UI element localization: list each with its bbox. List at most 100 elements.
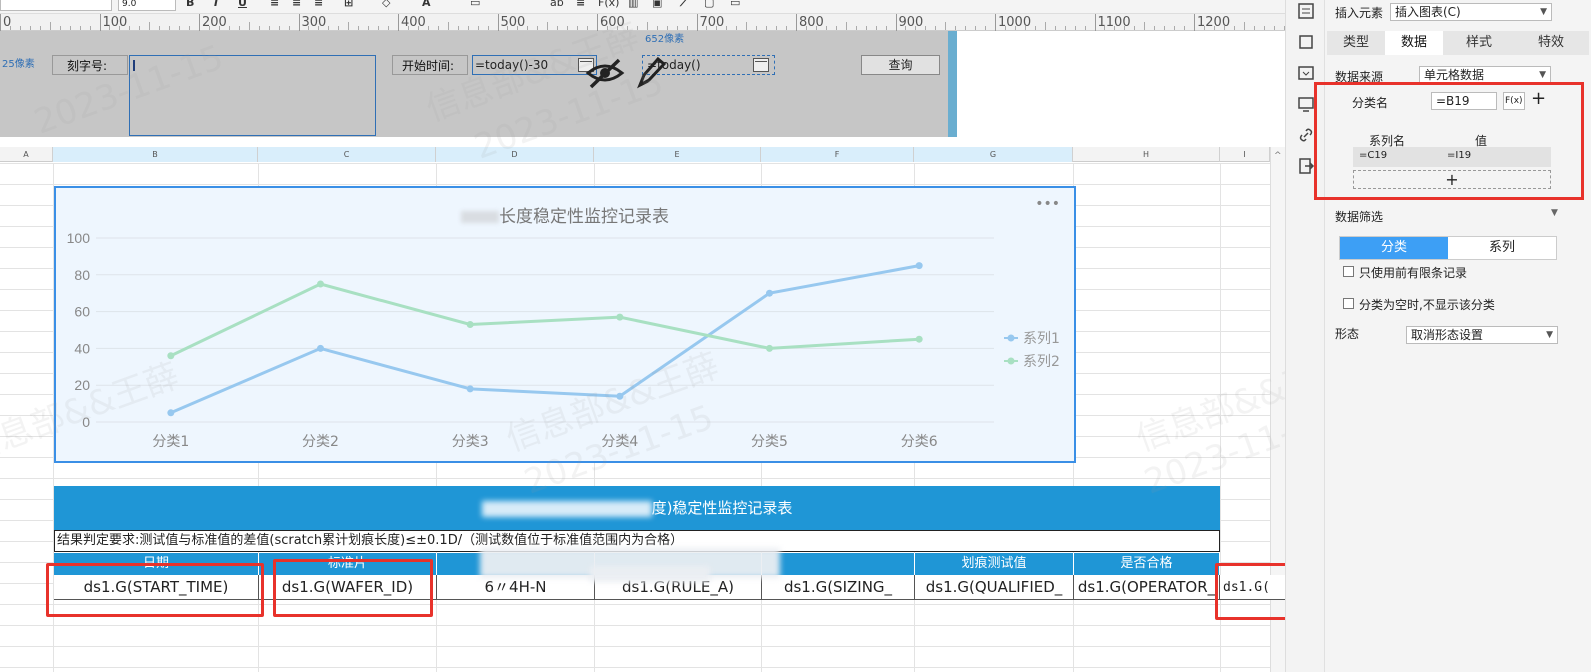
ruler-minor-tick [487,26,489,30]
ruler-minor-tick [1024,26,1026,30]
ruler-tick: 700 [696,14,724,31]
hide-widget-icon[interactable] [585,57,625,89]
font-size-select[interactable]: 9.0 [118,0,176,11]
data-point [466,320,474,328]
ruler-minor-tick [1184,26,1186,30]
cell-attributes-icon[interactable] [1297,2,1315,20]
insert-chart-select[interactable]: 插入图表(C) ▼ [1390,3,1552,21]
ruler-minor-tick [268,26,270,30]
filter-tab-category[interactable]: 分类 [1340,237,1448,259]
monitor-icon[interactable] [1297,95,1315,113]
ruler-minor-tick [706,26,708,30]
ruler-minor-tick [865,26,867,30]
wrap-icon[interactable]: ≡ [576,0,585,9]
hide-empty-category-checkbox[interactable] [1343,298,1354,309]
highlight-box-wafer-id [273,559,433,617]
ruler-tick: 100 [99,14,127,31]
border-icon[interactable]: ⊞ [344,0,353,9]
format-toolbar: 9.0 B I U ≡ ≡ ≡ ⊞ ◇ A ▭ ab ≡ F(x) ▥ ▣ ⟋ … [0,0,1300,14]
ruler-minor-tick [1233,26,1235,30]
data-point [167,352,175,360]
link-icon[interactable] [1297,126,1315,144]
font-color-button[interactable]: A [422,0,431,9]
ruler-minor-tick [746,22,748,30]
ruler-minor-tick [29,26,31,30]
data-point [167,409,175,417]
report-data-cell[interactable]: ds1.G(OPERATOR_ [1074,575,1220,600]
ruler-minor-tick [636,26,638,30]
line-chart[interactable]: 长度稳定性监控记录表 ••• 0 20 40 60 80 100 分类1 分类2 分类3 分类4 分… [54,186,1076,463]
ruler-minor-tick [825,26,827,30]
report-data-cell[interactable]: 6〃4H-N [437,575,595,600]
tab-effect[interactable]: 特效 [1515,31,1587,55]
slash-icon[interactable]: ⟋ [680,0,688,10]
data-point [616,392,624,400]
insert-frame-icon[interactable]: ▭ [730,0,740,9]
formula-button[interactable]: F(x) [598,0,619,9]
parameter-pane-resize-strip[interactable] [948,31,957,137]
text-icon[interactable]: ab [550,0,564,9]
ruler-minor-tick [139,26,141,30]
bold-button[interactable]: B [186,0,194,9]
chart-icon[interactable]: ▥ [628,0,638,9]
form-select[interactable]: 取消形态设置 ▼ [1406,326,1558,344]
scroll-up-icon[interactable]: ^ [1274,151,1282,161]
column-header-b[interactable]: B [53,147,258,162]
report-data-cell[interactable]: ds1.G(QUALIFIED_ [915,575,1074,600]
ruler-minor-tick [1104,26,1106,30]
report-data-cell[interactable]: ds1.G(SIZING_ [762,575,915,600]
tab-type[interactable]: 类型 [1327,31,1385,55]
tab-data[interactable]: 数据 [1385,31,1443,55]
query-button[interactable]: 查询 [861,55,940,75]
column-header-d[interactable]: D [436,147,594,162]
chevron-down-icon: ▼ [1551,208,1558,218]
ruler-minor-tick [338,26,340,30]
column-header-i[interactable]: I [1220,147,1270,162]
align-center-icon[interactable]: ≡ [292,0,301,9]
column-header-a[interactable]: A [0,147,53,162]
engrave-input[interactable] [129,55,376,136]
export-icon[interactable] [1297,157,1315,175]
ruler-minor-tick [686,26,688,30]
limit-records-checkbox[interactable] [1343,266,1354,277]
merge-icon[interactable]: ▭ [470,0,480,9]
ruler-minor-tick [547,22,549,30]
font-family-select[interactable] [0,0,112,11]
report-header-cell[interactable] [762,553,915,575]
y-tick-label: 100 [67,230,91,246]
ruler-minor-tick [59,26,61,30]
column-header-f[interactable]: F [761,147,914,162]
italic-button[interactable]: I [214,0,218,9]
column-header-g[interactable]: G [914,147,1073,162]
legend-marker [1007,357,1015,365]
align-right-icon[interactable]: ≡ [314,0,323,9]
ruler-minor-tick [218,26,220,30]
edit-widget-icon[interactable] [636,55,666,89]
ruler-minor-tick [288,26,290,30]
report-title-cell[interactable]: 度)稳定性监控记录表 [54,486,1220,530]
ruler-minor-tick [1174,26,1176,30]
ruler-minor-tick [1064,26,1066,30]
calendar-icon[interactable] [753,58,769,72]
image-icon[interactable]: ▣ [652,0,662,9]
report-header-cell[interactable]: 划痕测试值 [915,553,1074,575]
column-header-h[interactable]: H [1073,147,1220,162]
ruler-minor-tick [159,26,161,30]
data-point [915,262,923,270]
tab-style[interactable]: 样式 [1443,31,1515,55]
column-header-e[interactable]: E [594,147,761,162]
widget-frame-icon[interactable] [1297,33,1315,51]
column-header-c[interactable]: C [258,147,436,162]
underline-button[interactable]: U [238,0,247,9]
align-left-icon[interactable]: ≡ [270,0,279,9]
component-icon[interactable] [1297,64,1315,82]
ruler-minor-tick [407,26,409,30]
fill-color-icon[interactable]: ◇ [382,0,390,9]
ruler-minor-tick [955,26,957,30]
ruler-minor-tick [527,26,529,30]
sub-report-icon[interactable]: ▢ [704,0,714,9]
hide-empty-category-label: 分类为空时,不显示该分类 [1359,298,1495,312]
ruler-minor-tick [945,22,947,30]
filter-tab-series[interactable]: 系列 [1448,237,1556,259]
report-header-cell[interactable]: 是否合格 [1074,553,1220,575]
